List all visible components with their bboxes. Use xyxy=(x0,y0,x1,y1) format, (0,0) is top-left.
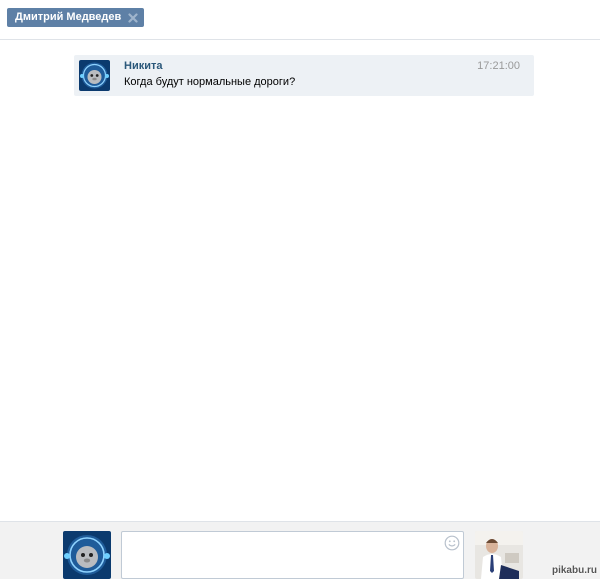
smile-icon[interactable] xyxy=(444,535,460,551)
peer-avatar[interactable] xyxy=(475,531,523,579)
message-history[interactable]: Никита 17:21:00 Когда будут нормальные д… xyxy=(0,41,600,521)
dialog-header: Дмитрий Медведев xyxy=(0,0,600,40)
message-text: Когда будут нормальные дороги? xyxy=(124,76,296,88)
close-icon[interactable] xyxy=(128,12,138,23)
compose-bar xyxy=(0,521,600,579)
recipient-tag[interactable]: Дмитрий Медведев xyxy=(7,8,145,27)
sender-avatar[interactable] xyxy=(79,60,110,91)
message-item[interactable]: Никита 17:21:00 Когда будут нормальные д… xyxy=(74,55,534,96)
recipient-name[interactable]: Дмитрий Медведев xyxy=(15,8,121,27)
message-time: 17:21:00 xyxy=(477,60,520,72)
my-avatar[interactable] xyxy=(63,531,111,579)
watermark-text: pikabu.ru xyxy=(551,565,597,576)
message-input[interactable] xyxy=(121,531,464,579)
message-author[interactable]: Никита xyxy=(124,60,162,72)
